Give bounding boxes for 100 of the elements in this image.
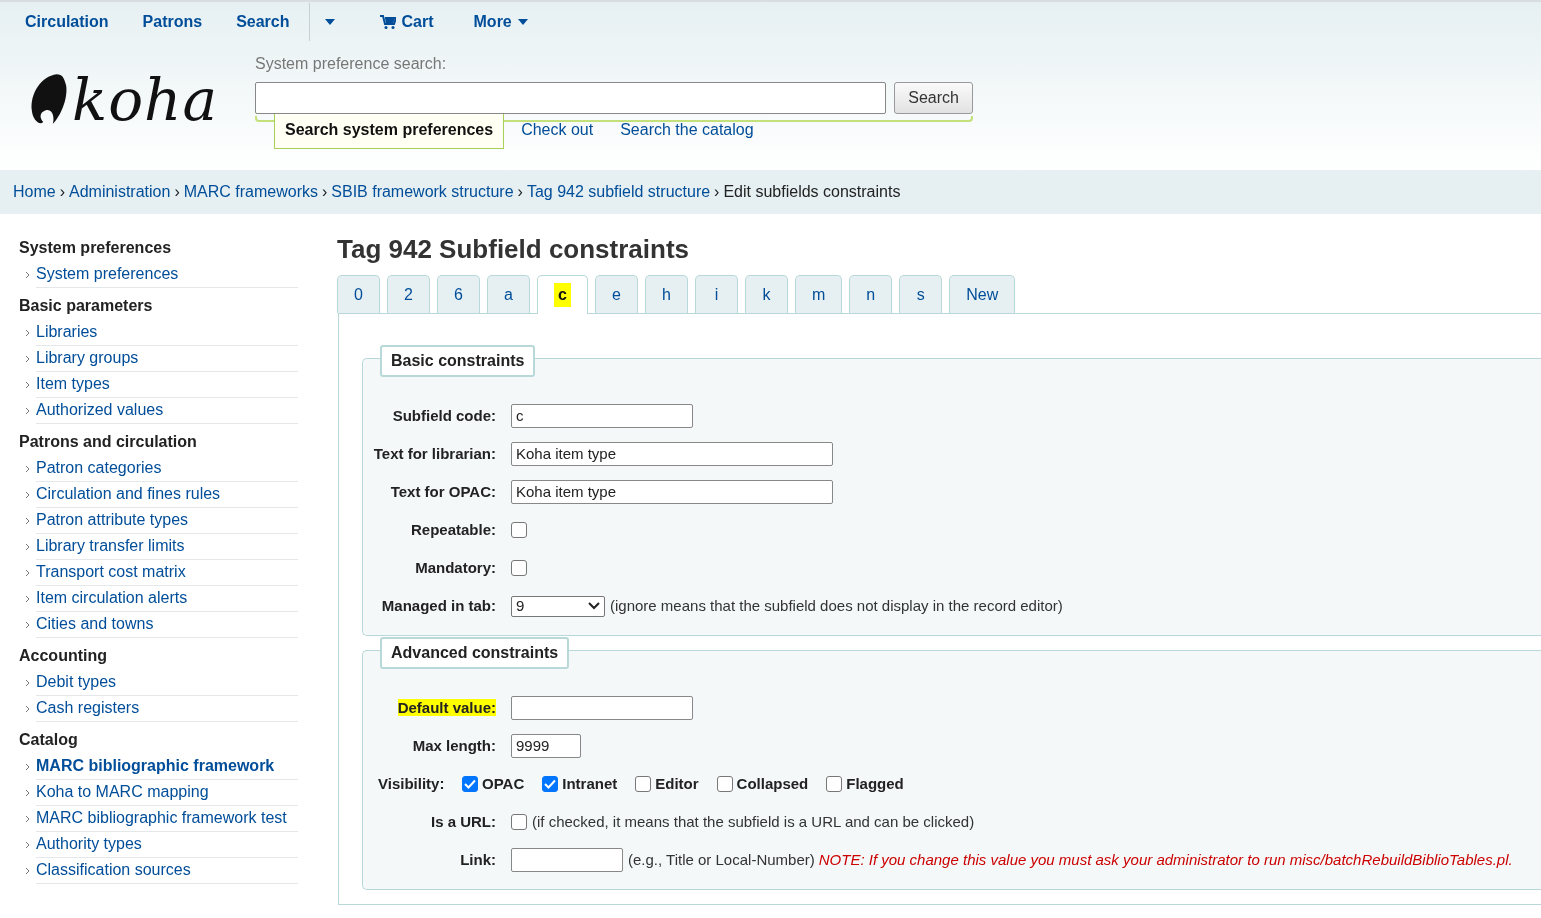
checkbox[interactable] — [542, 776, 559, 793]
fieldset-legend: Advanced constraints — [380, 637, 570, 670]
sidebar-link[interactable]: Item types — [36, 372, 298, 398]
subfield-tab[interactable]: h — [644, 275, 688, 314]
chevron-down-icon — [588, 602, 600, 611]
breadcrumb-separator: › — [517, 183, 523, 200]
field-label: Link: — [460, 850, 496, 868]
text-field[interactable] — [511, 696, 693, 721]
more-menu[interactable]: More — [458, 3, 547, 41]
checkbox[interactable] — [462, 776, 478, 793]
breadcrumb-link[interactable]: SBIB framework structure — [331, 183, 514, 200]
chevron-icon — [25, 789, 30, 797]
tab-select[interactable]: 9 — [511, 595, 605, 617]
sidebar-heading: Patrons and circulation — [19, 432, 198, 452]
sidebar-heading: System preferences — [19, 238, 173, 258]
sidebar-link[interactable]: Patron categories — [36, 456, 298, 482]
chevron-icon — [25, 595, 30, 603]
nav-link[interactable]: Search — [221, 3, 309, 41]
sidebar-link[interactable]: Cash registers — [36, 696, 298, 722]
subfield-tab[interactable]: m — [794, 275, 843, 314]
subfield-tab[interactable]: e — [594, 275, 638, 314]
checkbox-label: Intranet — [562, 773, 618, 794]
hint-text: (if checked, it means that the subfield is a URL and can be clicked) — [532, 811, 975, 832]
chevron-icon — [25, 271, 30, 279]
caret-icon — [517, 19, 528, 25]
text-field[interactable]: 9999 — [511, 734, 581, 759]
chevron-icon — [25, 705, 30, 713]
chevron-icon — [25, 867, 30, 875]
sidebar-link[interactable]: System preferences — [36, 262, 298, 288]
search-label: System preference search: — [255, 54, 448, 74]
search-tab[interactable]: Search the catalog — [610, 114, 764, 148]
breadcrumb-separator: › — [321, 183, 328, 200]
breadcrumb-current: Edit subfields constraints — [723, 183, 901, 200]
sidebar-link[interactable]: Libraries — [36, 320, 298, 346]
breadcrumb-separator: › — [174, 183, 180, 200]
sidebar-link[interactable]: MARC bibliographic framework — [36, 754, 298, 780]
field-label: Text for OPAC: — [390, 482, 496, 500]
text-field[interactable]: Koha item type — [511, 480, 833, 505]
fieldset-legend: Basic constraints — [380, 345, 536, 378]
chevron-icon — [25, 355, 30, 363]
subfield-tab[interactable]: 6 — [437, 275, 480, 314]
chevron-icon — [25, 517, 30, 525]
search-field[interactable] — [255, 82, 887, 114]
sidebar-heading: Catalog — [19, 730, 79, 750]
checkbox[interactable] — [826, 776, 843, 793]
sidebar-link[interactable]: Authorized values — [36, 398, 298, 424]
sidebar-link[interactable]: Patron attribute types — [36, 508, 298, 534]
chevron-icon — [25, 491, 30, 499]
text-field[interactable] — [511, 848, 623, 873]
subfield-tab[interactable]: n — [849, 275, 893, 314]
breadcrumb-link[interactable]: Tag 942 subfield structure — [526, 183, 711, 200]
sidebar-link[interactable]: Transport cost matrix — [36, 560, 298, 586]
checkbox[interactable] — [716, 776, 733, 793]
subfield-tab[interactable]: s — [899, 275, 943, 314]
sidebar-link[interactable]: Circulation and fines rules — [36, 482, 298, 508]
text-field[interactable]: Koha item type — [511, 442, 833, 467]
field-label: Default value: — [397, 698, 496, 716]
checkbox[interactable] — [511, 560, 527, 577]
field-label: Managed in tab: — [381, 596, 496, 614]
field-label: Max length: — [412, 736, 496, 754]
field-label: Mandatory: — [415, 558, 496, 576]
text-field[interactable]: c — [511, 404, 693, 429]
sidebar-heading: Accounting — [19, 646, 108, 666]
sidebar-link[interactable]: Authority types — [36, 832, 298, 858]
field-label: Text for librarian: — [373, 444, 496, 462]
sidebar-link[interactable]: Koha to MARC mapping — [36, 780, 298, 806]
subfield-tab[interactable]: c — [537, 275, 588, 315]
checkbox-label: Flagged — [846, 773, 904, 794]
hint-text: (ignore means that the subfield does not display in the record editor) — [610, 595, 1063, 616]
checkbox[interactable] — [511, 814, 527, 831]
sidebar-link[interactable]: Item circulation alerts — [36, 586, 298, 612]
search-tab[interactable]: Search system preferences — [274, 114, 505, 149]
cart-link[interactable]: Cart — [364, 3, 453, 41]
subfield-tab[interactable]: a — [487, 275, 530, 314]
checkbox[interactable] — [635, 776, 652, 793]
sidebar-link[interactable]: Library groups — [36, 346, 298, 372]
subfield-tab[interactable]: k — [744, 275, 788, 314]
chevron-icon — [25, 841, 30, 849]
breadcrumb-link[interactable]: Home — [13, 183, 56, 200]
caret-icon — [324, 19, 335, 25]
sidebar-link[interactable]: Library transfer limits — [36, 534, 298, 560]
subfield-tab[interactable]: 0 — [337, 275, 380, 314]
page-title: Tag 942 Subfield constraints — [337, 234, 691, 266]
sidebar-link[interactable]: Cities and towns — [36, 612, 298, 638]
breadcrumb-link[interactable]: Administration — [69, 183, 171, 200]
checkbox[interactable] — [511, 522, 527, 539]
chevron-icon — [25, 465, 30, 473]
search-button[interactable]: Search — [894, 82, 973, 114]
breadcrumb-separator: › — [59, 183, 65, 200]
chevron-icon — [25, 621, 30, 629]
sidebar-link[interactable]: Classification sources — [36, 858, 298, 884]
subfield-tab[interactable]: 2 — [387, 275, 430, 314]
subfield-tab[interactable]: New — [949, 275, 1016, 314]
sidebar-link[interactable]: Debit types — [36, 670, 298, 696]
search-tab[interactable]: Check out — [511, 114, 604, 148]
chevron-icon — [25, 543, 30, 551]
field-label: Subfield code: — [392, 406, 496, 424]
breadcrumb-link[interactable]: MARC frameworks — [183, 183, 318, 200]
subfield-tab[interactable]: i — [694, 275, 738, 314]
sidebar-link[interactable]: MARC bibliographic framework test — [36, 806, 298, 832]
